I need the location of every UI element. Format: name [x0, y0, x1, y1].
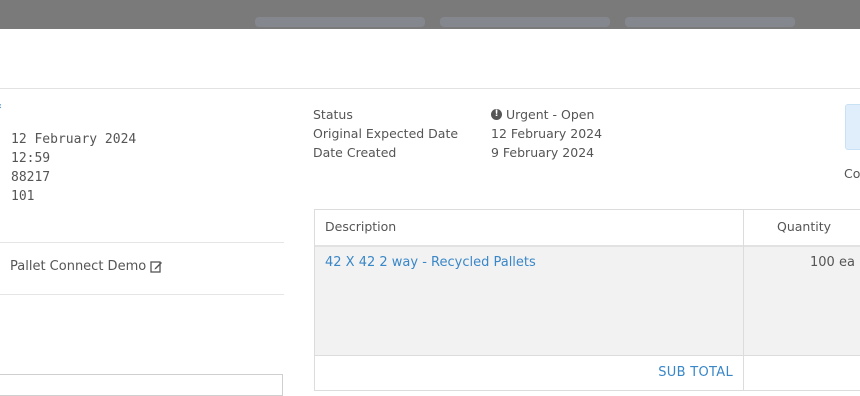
expected-date-value: 12 February 2024	[491, 126, 603, 141]
blurred-breadcrumb	[625, 17, 795, 27]
table-row: 42 X 42 2 way - Recycled Pallets	[315, 247, 743, 355]
supplier-name: Pallet Connect Demo	[10, 259, 147, 274]
order-reference: 88217	[11, 170, 51, 185]
order-code: 101	[11, 189, 35, 204]
supplier: Pallet Connect Demo	[10, 259, 163, 274]
item-description-link[interactable]: 42 X 42 2 way - Recycled Pallets	[325, 255, 536, 270]
order-items-table: Description Quantity 42 X 42 2 way - Rec…	[314, 209, 860, 391]
order-date: 12 February 2024	[11, 132, 137, 147]
order-details: 12 February 2024 12:59 88217 101	[11, 130, 136, 206]
blurred-breadcrumb	[255, 17, 425, 27]
expected-date-label: Original Expected Date	[313, 126, 459, 141]
description-header: Description	[325, 219, 397, 234]
quantity-header: Quantity	[777, 219, 832, 234]
subtotal-row: SUB TOTAL	[315, 355, 860, 391]
subtotal-label: SUB TOTAL	[658, 365, 733, 380]
item-quantity: 100 ea	[810, 255, 855, 270]
status-values: ! Urgent - Open 12 February 2024 9 Febru…	[491, 105, 602, 162]
table-row-quantity-cell: 100 ea	[744, 247, 860, 355]
background-overlay	[0, 0, 860, 29]
status-labels: Status Original Expected Date Date Creat…	[313, 105, 458, 162]
exclamation-circle-icon: !	[491, 109, 502, 120]
notes-box[interactable]	[0, 374, 283, 396]
modal-header	[0, 29, 860, 89]
action-button[interactable]	[845, 104, 860, 150]
date-created-value: 9 February 2024	[491, 145, 595, 160]
blurred-breadcrumb	[440, 17, 610, 27]
edit-icon[interactable]	[150, 260, 163, 273]
truncated-link[interactable]: ‹	[0, 101, 2, 112]
status-value: Urgent - Open	[506, 107, 595, 122]
date-created-label: Date Created	[313, 145, 397, 160]
status-label: Status	[313, 107, 353, 122]
truncated-label: Co	[844, 166, 860, 181]
status-badge: ! Urgent - Open	[491, 105, 602, 124]
order-time: 12:59	[11, 151, 51, 166]
table-header: Description Quantity	[315, 210, 860, 247]
divider	[0, 294, 284, 295]
divider	[0, 242, 284, 243]
